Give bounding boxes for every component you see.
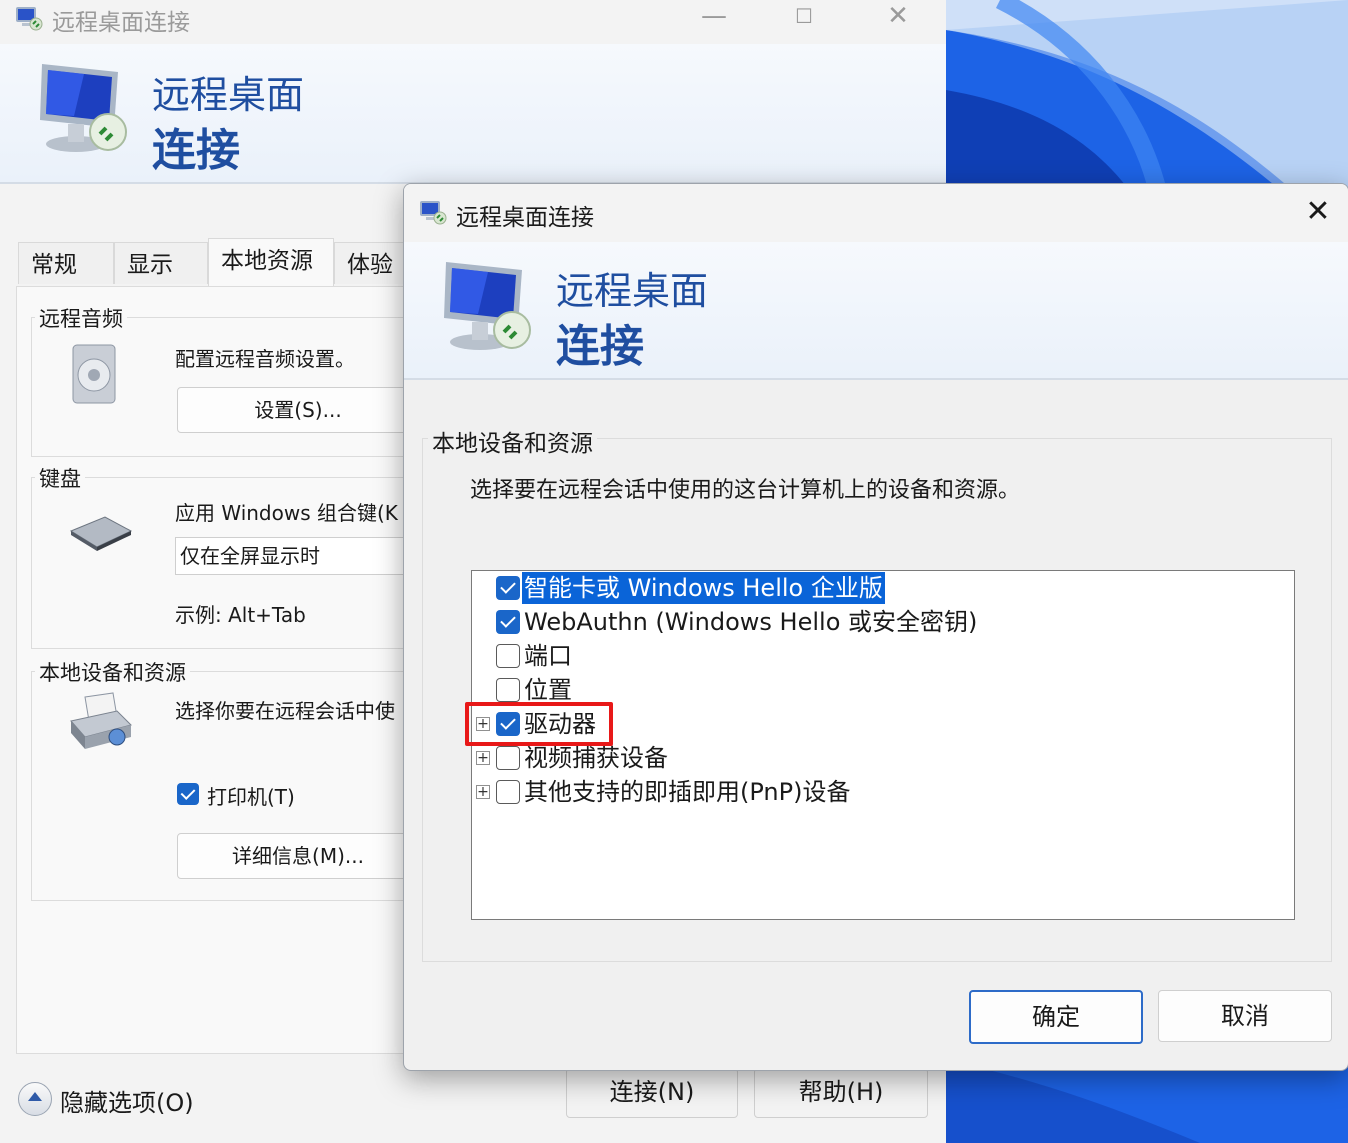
remote-desktop-icon (420, 201, 447, 225)
tab-experience[interactable]: 体验 (334, 242, 414, 284)
tree-item-smartcard[interactable]: 智能卡或 Windows Hello 企业版 (472, 571, 1272, 605)
group-title-audio: 远程音频 (35, 303, 127, 333)
tree-item-pnp-devices[interactable]: + 其他支持的即插即用(PnP)设备 (472, 775, 1272, 809)
local-devices-description: 选择你要在远程会话中使 (175, 699, 395, 723)
tab-local-resources[interactable]: 本地资源 (208, 238, 334, 286)
dialog-close-button[interactable]: ✕ (1288, 190, 1348, 236)
details-button[interactable]: 详细信息(M)... (177, 833, 419, 879)
audio-settings-button[interactable]: 设置(S)... (177, 387, 419, 433)
webauthn-checkbox[interactable] (496, 610, 520, 634)
back-banner: 远程桌面 连接 (0, 44, 946, 184)
banner-title-line2: 连接 (152, 125, 240, 176)
keyboard-icon (69, 516, 133, 551)
maximize-button[interactable]: ☐ (774, 0, 834, 36)
smartcard-checkbox[interactable] (496, 576, 520, 600)
back-window-title: 远程桌面连接 (52, 10, 190, 36)
pnp-label[interactable]: 其他支持的即插即用(PnP)设备 (522, 776, 852, 808)
close-button[interactable]: ✕ (868, 0, 928, 36)
keyboard-mode-combo[interactable]: 仅在全屏显示时 (175, 537, 421, 575)
keyboard-example: 示例: Alt+Tab (175, 603, 306, 627)
banner-title-line1: 远程桌面 (152, 73, 305, 117)
collapse-arrow-icon[interactable] (18, 1082, 52, 1116)
tree-item-video-capture[interactable]: + 视频捕获设备 (472, 741, 1272, 775)
ports-checkbox[interactable] (496, 644, 520, 668)
help-button[interactable]: 帮助(H) (754, 1068, 928, 1118)
video-capture-label[interactable]: 视频捕获设备 (522, 742, 670, 774)
hide-options-label[interactable]: 隐藏选项(O) (60, 1083, 194, 1118)
smartcard-label[interactable]: 智能卡或 Windows Hello 企业版 (522, 572, 885, 604)
printer-checkbox[interactable] (177, 783, 199, 805)
tab-display[interactable]: 显示 (114, 242, 208, 284)
tab-general[interactable]: 常规 (18, 242, 114, 284)
ports-label[interactable]: 端口 (522, 640, 574, 672)
keyboard-description: 应用 Windows 组合键(K (175, 501, 398, 525)
video-capture-checkbox[interactable] (496, 746, 520, 770)
connect-button[interactable]: 连接(N) (566, 1068, 738, 1118)
location-checkbox[interactable] (496, 678, 520, 702)
tree-item-ports[interactable]: 端口 (472, 639, 1272, 673)
ok-button[interactable]: 确定 (969, 990, 1143, 1044)
dialog-titlebar: 远程桌面连接 ✕ (404, 184, 1348, 242)
pnp-checkbox[interactable] (496, 780, 520, 804)
remote-desktop-icon (16, 7, 43, 31)
local-devices-group-title: 本地设备和资源 (428, 424, 597, 458)
dialog-banner-line1: 远程桌面 (556, 269, 709, 313)
cancel-button[interactable]: 取消 (1158, 990, 1332, 1042)
local-devices-dialog: 远程桌面连接 ✕ 远程桌面 连接 本地设备和资源 选择要在远程会话中使用的这台计… (403, 183, 1348, 1071)
monitor-icon (40, 64, 127, 152)
printer-icon (70, 692, 132, 749)
tree-item-webauthn[interactable]: WebAuthn (Windows Hello 或安全密钥) (472, 605, 1272, 639)
dialog-banner: 远程桌面 连接 (404, 242, 1348, 380)
local-devices-description: 选择要在远程会话中使用的这台计算机上的设备和资源。 (470, 478, 1021, 503)
dialog-title: 远程桌面连接 (456, 205, 594, 231)
webauthn-label[interactable]: WebAuthn (Windows Hello 或安全密钥) (522, 606, 979, 638)
speaker-icon (72, 344, 116, 404)
printer-label: 打印机(T) (207, 785, 295, 809)
drives-highlight-box (465, 702, 613, 746)
audio-description: 配置远程音频设置。 (175, 347, 355, 371)
pnp-expand-icon[interactable]: + (476, 785, 490, 799)
minimize-button[interactable]: — (684, 0, 744, 36)
video-capture-expand-icon[interactable]: + (476, 751, 490, 765)
monitor-icon (444, 262, 531, 350)
back-titlebar: 远程桌面连接 — ☐ ✕ (0, 0, 946, 44)
dialog-banner-line2: 连接 (556, 321, 644, 372)
group-title-keyboard: 键盘 (35, 463, 85, 493)
group-title-local-devices: 本地设备和资源 (35, 657, 190, 687)
